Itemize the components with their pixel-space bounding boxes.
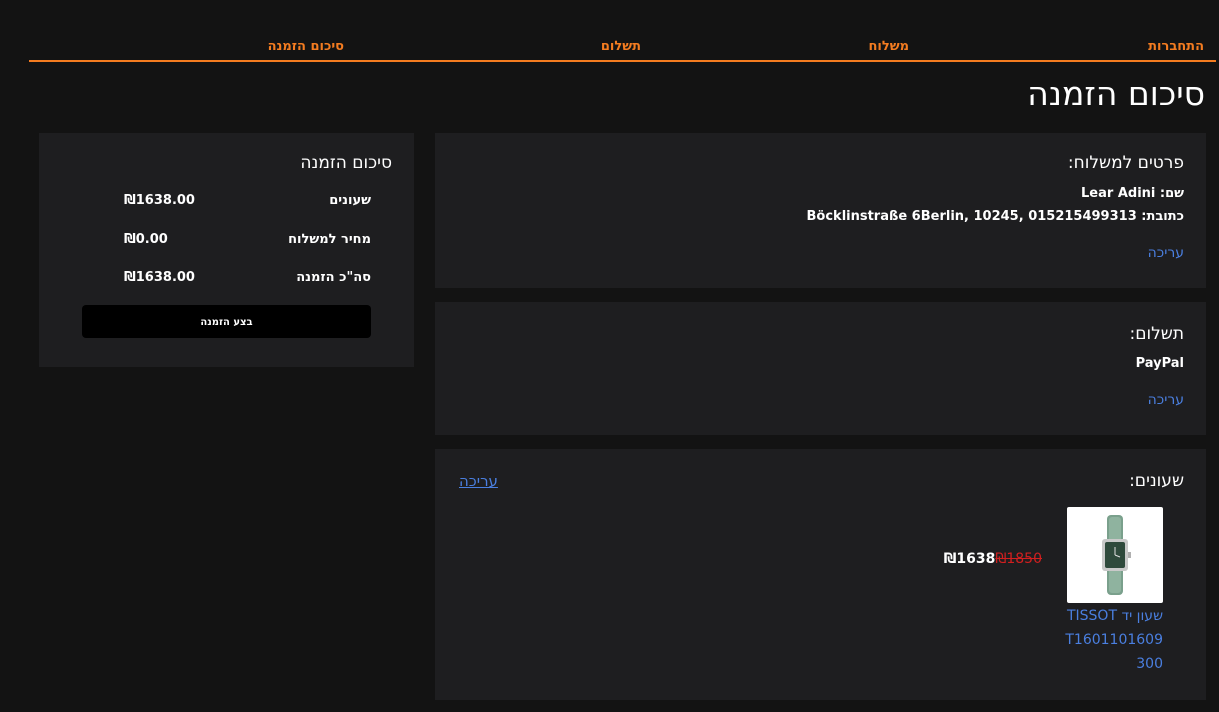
summary-value: ₪0.00 — [124, 232, 168, 247]
products-panel: שעונים: עריכה ₪1638₪1850 שעון יד TISSOT … — [435, 449, 1206, 700]
summary-row-items: שעונים ₪1638.00 — [81, 193, 371, 211]
product-current-price: ₪1638 — [943, 551, 996, 567]
wristwatch-icon[interactable] — [1067, 507, 1163, 603]
product-name-link[interactable]: שעון יד TISSOT T1601101609300 — [1063, 604, 1163, 676]
place-order-button[interactable]: בצע הזמנה — [82, 305, 371, 338]
shipping-name: שם: Lear Adini — [1081, 186, 1184, 201]
summary-label: שעונים — [329, 193, 371, 208]
step-payment[interactable]: תשלום — [601, 39, 641, 54]
payment-panel: תשלום: PayPal עריכה — [435, 302, 1206, 435]
shipping-heading: פרטים למשלוח: — [1067, 153, 1184, 173]
page-title: סיכום הזמנה — [1027, 74, 1205, 113]
summary-label: סה"כ הזמנה — [296, 270, 371, 285]
summary-row-total: סה"כ הזמנה ₪1638.00 — [81, 270, 371, 288]
payment-method: PayPal — [1135, 356, 1184, 371]
shipping-address: כתובת: Böcklinstraße 6Berlin, 10245, 015… — [806, 209, 1185, 224]
step-order-summary[interactable]: סיכום הזמנה — [268, 39, 344, 54]
summary-row-shipping: מחיר למשלוח ₪0.00 — [81, 232, 371, 250]
summary-label: מחיר למשלוח — [288, 232, 371, 247]
payment-edit-link[interactable]: עריכה — [1148, 392, 1184, 408]
summary-heading: סיכום הזמנה — [300, 153, 392, 173]
products-heading: שעונים: — [1129, 471, 1184, 491]
product-price: ₪1638₪1850 — [944, 551, 1046, 567]
products-edit-link[interactable]: עריכה — [459, 472, 498, 490]
step-login[interactable]: התחברות — [1148, 39, 1204, 54]
order-summary-panel: סיכום הזמנה שעונים ₪1638.00 מחיר למשלוח … — [39, 133, 414, 367]
summary-value: ₪1638.00 — [124, 193, 195, 208]
payment-heading: תשלום: — [1129, 324, 1184, 344]
product-old-price: ₪1850 — [995, 551, 1042, 567]
summary-value: ₪1638.00 — [124, 270, 195, 285]
shipping-edit-link[interactable]: עריכה — [1148, 245, 1184, 261]
step-shipping[interactable]: משלוח — [868, 39, 909, 54]
checkout-steps: התחברות משלוח תשלום סיכום הזמנה — [29, 38, 1216, 62]
shipping-panel: פרטים למשלוח: שם: Lear Adini כתובת: Böck… — [435, 133, 1206, 288]
